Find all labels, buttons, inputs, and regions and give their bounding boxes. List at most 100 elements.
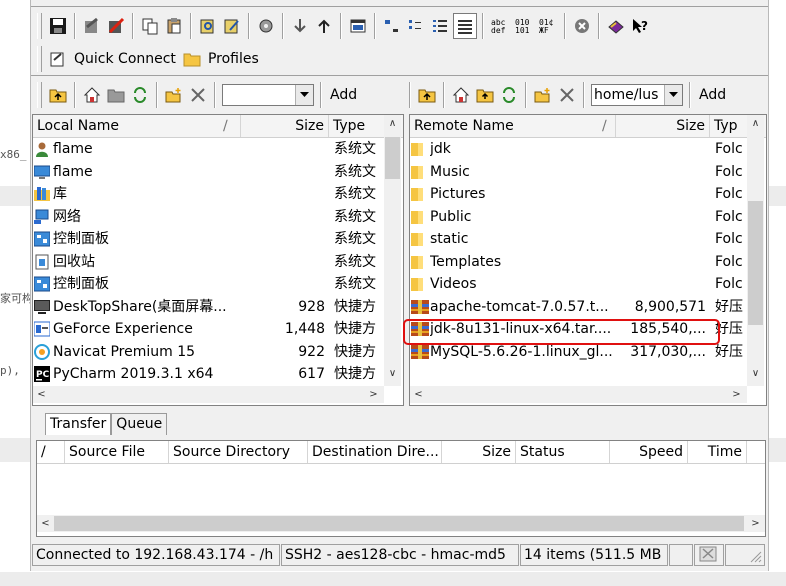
toolbar-grip[interactable] xyxy=(37,46,42,72)
refresh-icon[interactable] xyxy=(498,83,520,107)
remote-add-button[interactable]: Add xyxy=(699,87,726,103)
transfer-horizontal-scrollbar[interactable]: < > xyxy=(37,515,765,532)
size-grip[interactable] xyxy=(725,544,765,566)
home-icon[interactable] xyxy=(81,83,103,107)
remote-file-row[interactable]: apache-tomcat-7.0.57.t... 8,900,571 好压 xyxy=(410,296,766,318)
local-file-row[interactable]: PC PyCharm 2019.3.1 x64 617 快捷方 xyxy=(33,363,403,385)
copy-icon[interactable] xyxy=(139,14,161,38)
scroll-up-icon[interactable]: ∧ xyxy=(747,115,764,132)
disconnect-icon[interactable] xyxy=(105,14,127,38)
edit-icon[interactable] xyxy=(221,14,243,38)
scroll-up-icon[interactable]: ∧ xyxy=(384,115,401,132)
transfer-col-source-directory[interactable]: Source Directory xyxy=(169,441,308,463)
refresh-icon[interactable] xyxy=(129,83,151,107)
scrollbar-thumb[interactable] xyxy=(54,516,744,531)
local-file-row[interactable]: GeForce Experience 1,448 快捷方 xyxy=(33,318,403,340)
remote-path-combo[interactable]: home/lus xyxy=(591,84,683,106)
local-add-button[interactable]: Add xyxy=(330,87,357,103)
profiles-button[interactable]: Profiles xyxy=(208,51,259,67)
large-icons-view-icon[interactable] xyxy=(381,14,403,38)
transfer-col-destination[interactable]: Destination Dire... xyxy=(308,441,442,463)
small-icons-view-icon[interactable] xyxy=(405,14,427,38)
auto-mode-icon[interactable]: 01¢ ЖF xyxy=(537,14,559,38)
remote-file-row[interactable]: Music Folc xyxy=(410,161,766,183)
help-book-icon[interactable] xyxy=(605,14,627,38)
find-icon[interactable] xyxy=(197,14,219,38)
root-folder-icon[interactable] xyxy=(105,83,127,107)
remote-file-row[interactable]: Videos Folc xyxy=(410,273,766,295)
context-help-icon[interactable]: ? xyxy=(629,14,651,38)
scroll-left-icon[interactable]: < xyxy=(37,515,54,532)
remote-type-column-header[interactable]: Typ xyxy=(710,115,748,137)
root-folder-icon[interactable] xyxy=(474,83,496,107)
new-folder-icon[interactable] xyxy=(163,83,185,107)
remote-file-row[interactable]: Public Folc xyxy=(410,206,766,228)
local-file-row[interactable]: 库 系统文 xyxy=(33,183,403,205)
scroll-down-icon[interactable]: ∨ xyxy=(384,365,401,382)
local-file-row[interactable]: flame 系统文 xyxy=(33,161,403,183)
transfer-col-sort[interactable]: / xyxy=(37,441,65,463)
list-view-icon[interactable] xyxy=(429,14,451,38)
remote-size-column-header[interactable]: Size xyxy=(616,115,710,137)
window-icon[interactable] xyxy=(347,14,369,38)
remote-file-row[interactable]: Pictures Folc xyxy=(410,183,766,205)
save-icon[interactable] xyxy=(47,14,69,38)
settings-icon[interactable] xyxy=(255,14,277,38)
local-file-row[interactable]: DeskTopShare(桌面屏幕... 928 快捷方 xyxy=(33,296,403,318)
quick-connect-button[interactable]: Quick Connect xyxy=(74,51,176,67)
transfer-col-size[interactable]: Size xyxy=(442,441,516,463)
remote-horizontal-scrollbar[interactable]: < > xyxy=(410,386,747,403)
upload-icon[interactable] xyxy=(313,14,335,38)
local-name-column-header[interactable]: Local Name ∕ xyxy=(33,115,241,137)
up-folder-icon[interactable] xyxy=(47,83,69,107)
transfer-col-source-file[interactable]: Source File xyxy=(65,441,169,463)
local-file-row[interactable]: 控制面板 系统文 xyxy=(33,228,403,250)
tab-queue[interactable]: Queue xyxy=(111,413,168,435)
download-icon[interactable] xyxy=(289,14,311,38)
scrollbar-thumb[interactable] xyxy=(385,137,400,179)
scroll-right-icon[interactable]: > xyxy=(365,386,382,403)
delete-icon[interactable] xyxy=(187,83,209,107)
local-path-combo[interactable] xyxy=(222,84,314,106)
scroll-left-icon[interactable]: < xyxy=(410,386,427,403)
stop-icon[interactable] xyxy=(571,14,593,38)
remote-name-column-header[interactable]: Remote Name ∕ xyxy=(410,115,616,137)
chevron-down-icon[interactable] xyxy=(295,85,313,105)
toolbar-grip[interactable] xyxy=(37,13,42,39)
binary-mode-icon[interactable]: 010 101 xyxy=(513,14,535,38)
scroll-left-icon[interactable]: < xyxy=(33,386,50,403)
local-file-row[interactable]: 网络 系统文 xyxy=(33,206,403,228)
transfer-col-speed[interactable]: Speed xyxy=(610,441,688,463)
local-vertical-scrollbar[interactable]: ∧ ∨ xyxy=(384,115,401,386)
connect-icon[interactable] xyxy=(81,14,103,38)
file-size xyxy=(616,161,706,183)
remote-file-row[interactable]: Templates Folc xyxy=(410,251,766,273)
transfer-col-time[interactable]: Time xyxy=(688,441,747,463)
text-mode-icon[interactable]: abc def xyxy=(489,14,511,38)
toolbar-grip[interactable] xyxy=(37,82,42,108)
home-icon[interactable] xyxy=(450,83,472,107)
local-file-row[interactable]: flame 系统文 xyxy=(33,138,403,160)
local-type-column-header[interactable]: Type xyxy=(329,115,389,137)
new-folder-icon[interactable] xyxy=(532,83,554,107)
local-file-row[interactable]: Navicat Premium 15 922 快捷方 xyxy=(33,341,403,363)
scroll-down-icon[interactable]: ∨ xyxy=(747,365,764,382)
scroll-right-icon[interactable]: > xyxy=(728,386,745,403)
delete-icon[interactable] xyxy=(556,83,578,107)
tab-transfer[interactable]: Transfer xyxy=(45,413,112,435)
remote-file-row[interactable]: static Folc xyxy=(410,228,766,250)
chevron-down-icon[interactable] xyxy=(664,85,682,105)
scroll-right-icon[interactable]: > xyxy=(747,515,764,532)
paste-icon[interactable] xyxy=(163,14,185,38)
up-folder-icon[interactable] xyxy=(416,83,438,107)
remote-vertical-scrollbar[interactable]: ∧ ∨ xyxy=(747,115,764,386)
local-size-column-header[interactable]: Size xyxy=(241,115,329,137)
local-horizontal-scrollbar[interactable]: < > xyxy=(33,386,384,403)
scrollbar-thumb[interactable] xyxy=(748,201,763,325)
local-file-row[interactable]: 回收站 系统文 xyxy=(33,251,403,273)
details-view-icon[interactable] xyxy=(453,13,477,39)
local-file-row[interactable]: 控制面板 系统文 xyxy=(33,273,403,295)
remote-file-row[interactable]: jdk Folc xyxy=(410,138,766,160)
file-name: Pictures xyxy=(430,186,486,202)
transfer-col-status[interactable]: Status xyxy=(516,441,610,463)
